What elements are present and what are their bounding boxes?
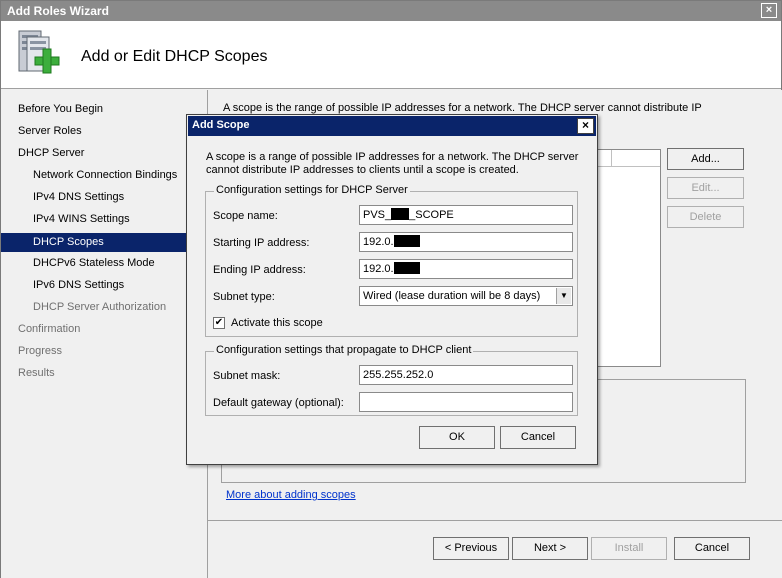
- nav-item-dhcp-scopes[interactable]: DHCP Scopes: [1, 233, 187, 252]
- scope-name-prefix: PVS_: [363, 209, 392, 221]
- dialog-cancel-button[interactable]: Cancel: [500, 426, 576, 449]
- end-ip-label: Ending IP address:: [213, 264, 306, 276]
- subnet-type-value: Wired (lease duration will be 8 days): [363, 290, 541, 302]
- activate-scope-label[interactable]: Activate this scope: [231, 317, 323, 329]
- window-title: Add Roles Wizard: [7, 4, 109, 18]
- nav-item-ipv6-dns-settings[interactable]: IPv6 DNS Settings: [1, 276, 187, 295]
- subnet-mask-label: Subnet mask:: [213, 370, 281, 382]
- client-settings-group: Configuration settings that propagate to…: [205, 344, 578, 416]
- dialog-close-button[interactable]: ×: [577, 118, 594, 134]
- activate-scope-checkbox[interactable]: ✔: [213, 317, 225, 329]
- subnet-mask-input[interactable]: 255.255.252.0: [359, 365, 573, 385]
- nav-item-progress: Progress: [18, 345, 63, 357]
- nav-item-server-roles[interactable]: Server Roles: [1, 122, 187, 141]
- server-settings-group: Configuration settings for DHCP Server S…: [205, 184, 578, 337]
- nav-item-ipv4-dns-settings[interactable]: IPv4 DNS Settings: [1, 188, 187, 207]
- dialog-titlebar: Add Scope ×: [188, 116, 596, 136]
- delete-scope-button: Delete: [667, 206, 744, 228]
- window-close-button[interactable]: ×: [761, 3, 777, 18]
- subnet-type-select[interactable]: Wired (lease duration will be 8 days) ▼: [359, 286, 573, 306]
- wizard-header: Add or Edit DHCP Scopes: [1, 21, 781, 89]
- add-scope-button[interactable]: Add...: [667, 148, 744, 170]
- start-ip-input[interactable]: 192.0.: [359, 232, 573, 252]
- previous-button[interactable]: < Previous: [433, 537, 509, 560]
- nav-item-confirmation: Confirmation: [18, 323, 81, 335]
- default-gateway-input[interactable]: [359, 392, 573, 412]
- nav-item-results: Results: [18, 367, 55, 379]
- window-titlebar: Add Roles Wizard ×: [1, 1, 781, 21]
- wizard-steps-nav: Before You Begin Server Roles DHCP Serve…: [1, 90, 207, 578]
- chevron-down-icon[interactable]: ▼: [556, 288, 571, 304]
- redacted-block: [393, 235, 420, 247]
- end-ip-prefix: 192.0.: [363, 263, 394, 275]
- edit-scope-button: Edit...: [667, 177, 744, 199]
- subnet-type-label: Subnet type:: [213, 291, 275, 303]
- scopes-intro-text: A scope is the range of possible IP addr…: [223, 102, 702, 114]
- next-button[interactable]: Next >: [512, 537, 588, 560]
- ok-button[interactable]: OK: [419, 426, 495, 449]
- cancel-button[interactable]: Cancel: [674, 537, 750, 560]
- nav-item-before-you-begin[interactable]: Before You Begin: [1, 100, 187, 119]
- server-settings-legend: Configuration settings for DHCP Server: [214, 184, 410, 196]
- scope-name-input[interactable]: PVS_ _SCOPE: [359, 205, 573, 225]
- start-ip-label: Starting IP address:: [213, 237, 310, 249]
- nav-item-ipv4-wins-settings[interactable]: IPv4 WINS Settings: [1, 210, 187, 229]
- page-title: Add or Edit DHCP Scopes: [81, 48, 268, 65]
- server-roles-add-icon: [13, 27, 65, 83]
- nav-item-network-connection-bindings[interactable]: Network Connection Bindings: [1, 166, 187, 185]
- more-about-scopes-link[interactable]: More about adding scopes: [226, 489, 356, 501]
- end-ip-input[interactable]: 192.0.: [359, 259, 573, 279]
- add-scope-dialog: Add Scope × A scope is a range of possib…: [186, 114, 598, 465]
- list-column-header[interactable]: [612, 150, 661, 167]
- scope-name-label: Scope name:: [213, 210, 278, 222]
- install-button: Install: [591, 537, 667, 560]
- redacted-block: [391, 208, 410, 220]
- nav-item-dhcpv6-stateless-mode[interactable]: DHCPv6 Stateless Mode: [1, 254, 187, 273]
- dialog-description: A scope is a range of possible IP addres…: [206, 151, 579, 176]
- client-settings-legend: Configuration settings that propagate to…: [214, 344, 474, 356]
- scope-name-suffix: _SCOPE: [409, 209, 454, 221]
- nav-item-dhcp-server[interactable]: DHCP Server: [1, 144, 187, 163]
- nav-item-dhcp-server-authorization: DHCP Server Authorization: [33, 301, 167, 313]
- start-ip-prefix: 192.0.: [363, 236, 394, 248]
- dialog-title: Add Scope: [192, 119, 250, 131]
- redacted-block: [393, 262, 420, 274]
- default-gateway-label: Default gateway (optional):: [213, 397, 344, 409]
- footer-divider: [208, 520, 782, 521]
